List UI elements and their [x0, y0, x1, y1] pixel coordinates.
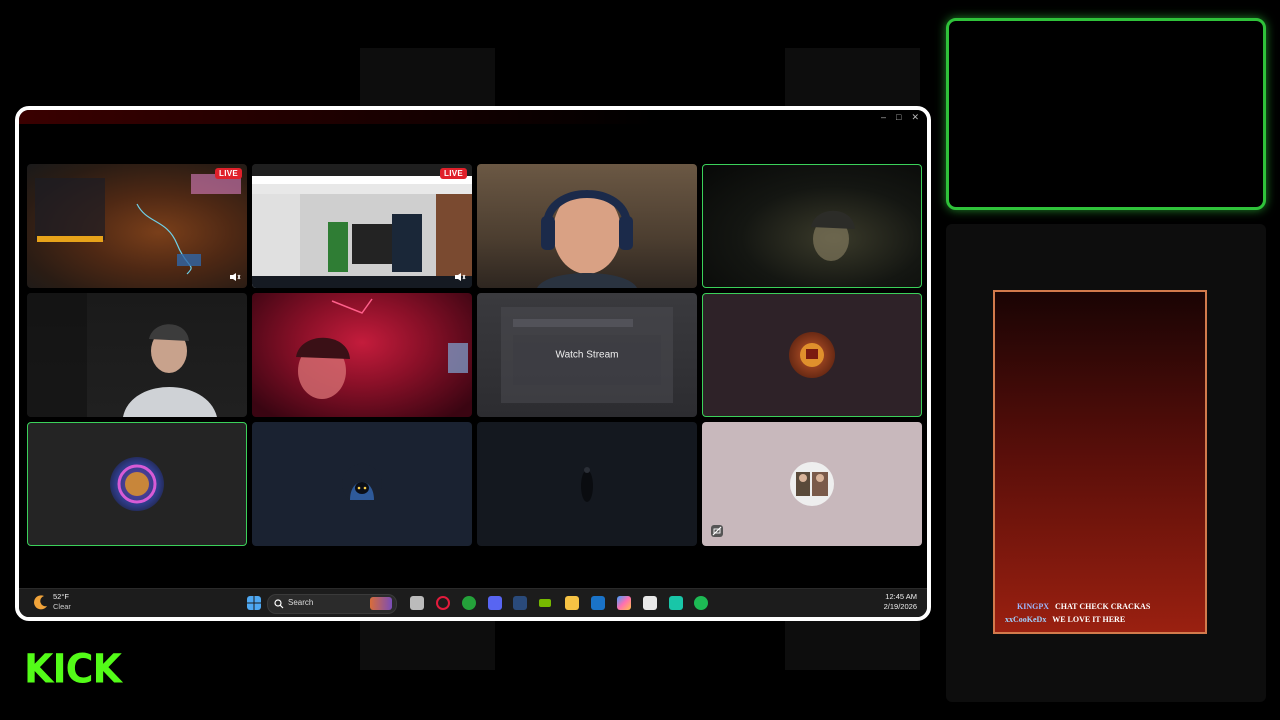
task-view-icon[interactable] [410, 596, 424, 610]
search-highlight-icon [370, 597, 392, 610]
hooded-figure-icon [350, 482, 374, 500]
video-tile-avatar-hood[interactable] [252, 422, 472, 546]
chat-username: KINGPX [1017, 602, 1049, 611]
crest-icon [800, 343, 824, 367]
video-tile-game-stream[interactable]: LIVE [27, 164, 247, 288]
spotify-icon[interactable] [694, 596, 708, 610]
user-avatar [342, 464, 382, 504]
user-avatar [110, 457, 164, 511]
person-beanie-graphic [27, 293, 217, 417]
speaker-icon[interactable] [229, 272, 241, 282]
taskbar-clock-time[interactable]: 12:45 AM [885, 592, 917, 601]
window-controls: – □ ✕ [881, 112, 919, 123]
chat-message: xxCooKeDx WE LOVE IT HERE [1005, 615, 1205, 624]
xbox-icon[interactable] [462, 596, 476, 610]
window-titlebar: – □ ✕ [19, 110, 927, 124]
photo-icon [796, 472, 828, 496]
user-avatar [790, 462, 834, 506]
screen-share-frame: – □ ✕ LIVE LIVE Watch Stream 52°F Clear … [15, 106, 931, 621]
outlook-icon[interactable] [591, 596, 605, 610]
chat-username: xxCooKeDx [1005, 615, 1047, 624]
weather-temperature: 52°F [53, 592, 69, 601]
discord-icon[interactable] [488, 596, 502, 610]
video-tile-garage-stream[interactable]: LIVE [252, 164, 472, 288]
video-tile-avatar-crest[interactable] [702, 293, 922, 417]
person-dark-graphic [811, 210, 855, 261]
video-tile-camera-beanie[interactable] [27, 293, 247, 417]
steam-icon[interactable] [513, 596, 527, 610]
portrait-icon [117, 464, 157, 504]
video-tile-empty[interactable] [477, 422, 697, 546]
video-tile-camera-dark[interactable] [702, 164, 922, 288]
garage-scene-graphic [252, 164, 472, 288]
search-placeholder: Search [288, 598, 314, 607]
watch-stream-button[interactable]: Watch Stream [548, 346, 627, 365]
user-avatar [789, 332, 835, 378]
taskbar-clock-date[interactable]: 2/19/2026 [884, 602, 917, 611]
speaker-icon[interactable] [454, 272, 466, 282]
search-icon [274, 599, 284, 609]
file-explorer-icon[interactable] [565, 596, 579, 610]
nvidia-icon[interactable] [539, 599, 551, 607]
taskbar-search-input[interactable]: Search [267, 594, 397, 614]
chat-text: CHAT CHECK CRACKAS [1055, 602, 1151, 611]
chat-text: WE LOVE IT HERE [1052, 615, 1126, 624]
screen-off-icon[interactable] [710, 524, 724, 538]
app-icon[interactable] [669, 596, 683, 610]
video-tile-avatar-colorful[interactable] [27, 422, 247, 546]
weather-moon-icon[interactable] [33, 594, 49, 610]
opera-icon[interactable] [436, 596, 450, 610]
close-button[interactable]: ✕ [911, 112, 919, 123]
start-icon[interactable] [247, 596, 261, 610]
webcam-frame [946, 18, 1266, 210]
store-icon[interactable] [643, 596, 657, 610]
person-red-graphic [296, 298, 468, 399]
live-badge: LIVE [440, 168, 467, 179]
kick-logo: KICK [24, 645, 122, 693]
live-badge: LIVE [215, 168, 242, 179]
video-tile-camera-red[interactable] [252, 293, 472, 417]
game-map-graphic [35, 174, 241, 275]
video-tile-watch-stream[interactable]: Watch Stream [477, 293, 697, 417]
silhouette-graphic [581, 467, 593, 502]
maximize-button[interactable]: □ [896, 112, 901, 123]
minimize-button[interactable]: – [881, 112, 886, 123]
weather-description: Clear [53, 602, 71, 611]
chat-message: KINGPX CHAT CHECK CRACKAS [1017, 602, 1205, 611]
video-tile-camera-headset[interactable] [477, 164, 697, 288]
person-headset-graphic [537, 190, 637, 288]
video-tile-avatar-photo[interactable] [702, 422, 922, 546]
taskbar: 52°F Clear Search 12:45 AM 2/19/2026 [19, 588, 927, 617]
chat-overlay: KINGPX CHAT CHECK CRACKAS xxCooKeDx WE L… [993, 290, 1207, 634]
copilot-icon[interactable] [617, 596, 631, 610]
